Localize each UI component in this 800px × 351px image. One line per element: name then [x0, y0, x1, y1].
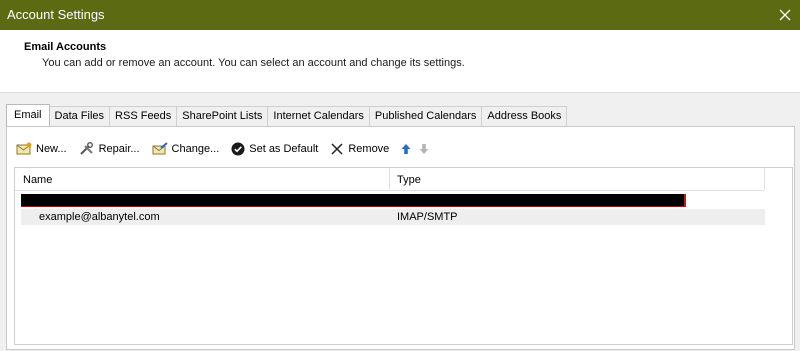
arrow-up-icon	[401, 144, 411, 154]
repair-label: Repair...	[98, 143, 140, 155]
move-down-button[interactable]	[419, 143, 429, 155]
set-as-default-button[interactable]: Set as Default	[231, 142, 318, 156]
change-label: Change...	[171, 143, 220, 155]
account-name: example@albanytel.com	[39, 211, 160, 223]
tab-email[interactable]: Email	[6, 104, 50, 126]
account-row[interactable]: example@albanytel.com IMAP/SMTP	[21, 209, 765, 225]
remove-label: Remove	[348, 143, 390, 155]
tab-published-calendars[interactable]: Published Calendars	[368, 106, 483, 126]
section-description: You can add or remove an account. You ca…	[42, 57, 465, 69]
arrow-down-icon	[419, 144, 429, 154]
column-header-type[interactable]: Type	[397, 174, 421, 186]
tab-internet-calendars[interactable]: Internet Calendars	[267, 106, 370, 126]
tab-data-files[interactable]: Data Files	[48, 106, 111, 126]
dialog-header: Email Accounts You can add or remove an …	[0, 30, 800, 90]
new-mail-icon	[16, 142, 32, 155]
repair-button[interactable]: Repair...	[79, 142, 140, 156]
section-title: Email Accounts	[24, 41, 107, 53]
new-button[interactable]: New...	[16, 142, 67, 156]
account-type: IMAP/SMTP	[397, 211, 458, 223]
tab-address-books[interactable]: Address Books	[481, 106, 568, 126]
tools-icon	[79, 142, 93, 155]
window-title: Account Settings	[7, 7, 105, 22]
tab-sharepoint-lists[interactable]: SharePoint Lists	[176, 106, 269, 126]
title-bar: Account Settings	[0, 0, 800, 30]
list-header: Name Type	[15, 168, 765, 191]
account-list[interactable]: Name Type example@albanytel.com IMAP/SMT…	[14, 167, 793, 345]
close-button[interactable]	[770, 0, 800, 30]
check-circle-icon	[231, 142, 245, 156]
set-as-default-label: Set as Default	[249, 143, 319, 155]
redacted-account-row	[21, 194, 686, 207]
column-divider[interactable]	[389, 168, 390, 190]
change-button[interactable]: Change...	[152, 142, 220, 156]
remove-x-icon	[331, 143, 343, 155]
move-up-button[interactable]	[401, 143, 411, 155]
tab-strip: Email Data Files RSS Feeds SharePoint Li…	[6, 104, 568, 126]
new-label: New...	[36, 143, 67, 155]
column-header-name[interactable]: Name	[23, 174, 52, 186]
close-icon	[779, 9, 791, 21]
tab-rss-feeds[interactable]: RSS Feeds	[109, 106, 178, 126]
column-divider-end	[764, 168, 765, 190]
remove-button[interactable]: Remove	[330, 142, 389, 156]
change-mail-icon	[152, 142, 168, 155]
toolbar: New... Repair... Change... Set as Defaul…	[16, 139, 437, 159]
